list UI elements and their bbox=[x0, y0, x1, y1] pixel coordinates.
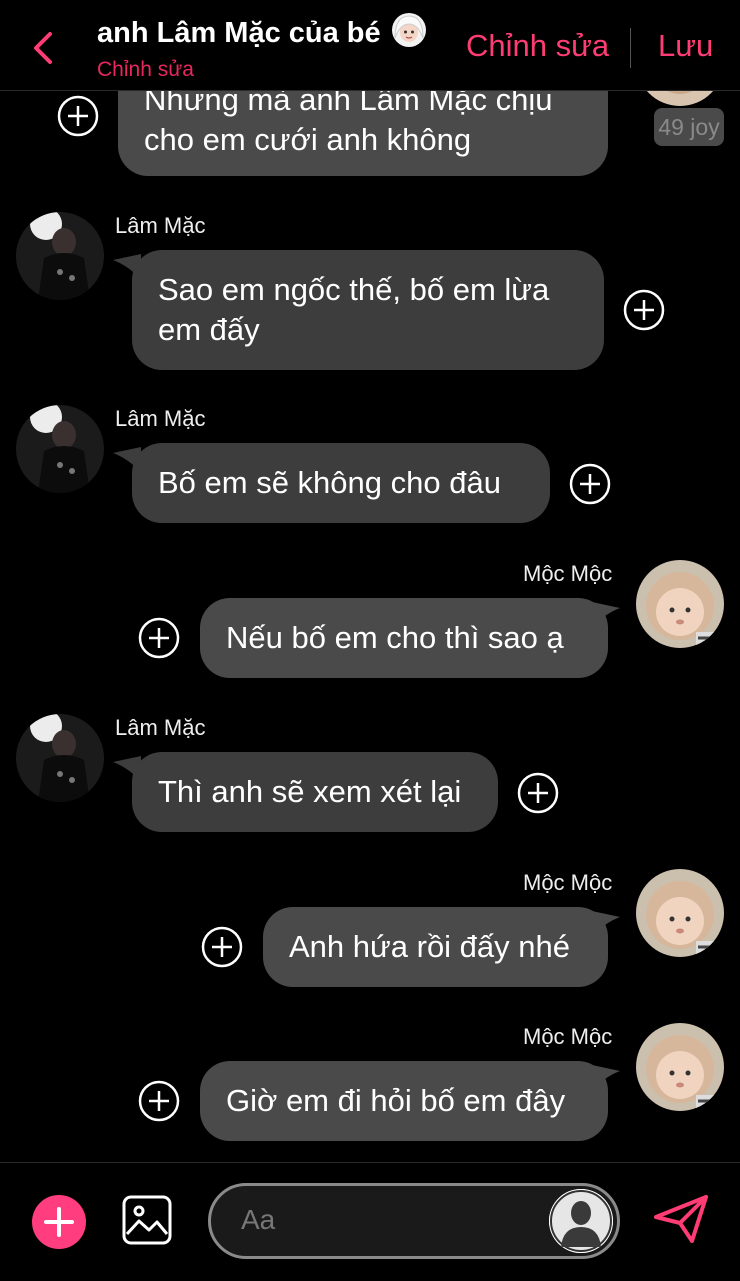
sender-name: Mộc Mộc bbox=[523, 561, 613, 586]
sender-name: Mộc Mộc bbox=[523, 870, 613, 895]
back-chevron-icon[interactable] bbox=[28, 28, 58, 68]
chat-title: anh Lâm Mặc của bé bbox=[97, 12, 427, 50]
message-composer: Aa bbox=[0, 1162, 740, 1281]
plus-circle-icon[interactable] bbox=[57, 95, 99, 137]
message-bubble[interactable]: Sao em ngốc thế, bố em lừa em đấy bbox=[132, 250, 604, 370]
plus-circle-icon[interactable] bbox=[623, 289, 665, 331]
message-bubble[interactable]: Giờ em đi hỏi bố em đây bbox=[200, 1061, 608, 1141]
avatar[interactable] bbox=[636, 869, 724, 957]
plus-circle-icon[interactable] bbox=[517, 772, 559, 814]
edit-button[interactable]: Chỉnh sửa bbox=[466, 28, 609, 64]
message-text-line: Sao em ngốc thế, bố em lừa bbox=[158, 272, 550, 307]
plus-circle-icon[interactable] bbox=[138, 617, 180, 659]
avatar[interactable] bbox=[16, 212, 104, 300]
avatar[interactable] bbox=[636, 1023, 724, 1111]
avatar[interactable] bbox=[636, 560, 724, 648]
message-text: Giờ em đi hỏi bố em đây bbox=[226, 1083, 566, 1118]
sender-name: Lâm Mặc bbox=[115, 213, 206, 238]
sender-name: Lâm Mặc bbox=[115, 715, 206, 740]
input-placeholder: Aa bbox=[241, 1204, 276, 1235]
send-paper-plane-icon[interactable] bbox=[652, 1193, 710, 1245]
save-button[interactable]: Lưu bbox=[658, 28, 713, 64]
chat-title-text: anh Lâm Mặc của bé bbox=[97, 17, 381, 49]
plus-circle-icon[interactable] bbox=[201, 926, 243, 968]
message-bubble[interactable]: Thì anh sẽ xem xét lại bbox=[132, 752, 498, 832]
message-text: Nếu bố em cho thì sao ạ bbox=[226, 620, 564, 655]
header-divider bbox=[630, 28, 631, 68]
sender-name: Mộc Mộc bbox=[523, 1024, 613, 1049]
plus-circle-icon[interactable] bbox=[138, 1080, 180, 1122]
message-bubble[interactable]: Nếu bố em cho thì sao ạ bbox=[200, 598, 608, 678]
avatar[interactable] bbox=[16, 405, 104, 493]
chat-subtitle[interactable]: Chỉnh sửa bbox=[97, 58, 194, 82]
plus-icon bbox=[44, 1207, 74, 1237]
message-input[interactable]: Aa bbox=[208, 1183, 620, 1259]
message-text: Thì anh sẽ xem xét lại bbox=[158, 774, 462, 809]
person-silhouette-icon[interactable] bbox=[549, 1189, 613, 1253]
sender-name: Lâm Mặc bbox=[115, 406, 206, 431]
hijab-woman-emoji-icon bbox=[391, 13, 426, 47]
add-button[interactable] bbox=[32, 1195, 86, 1249]
image-gallery-icon[interactable] bbox=[121, 1194, 173, 1246]
message-bubble[interactable]: Anh hứa rồi đấy nhé bbox=[263, 907, 608, 987]
message-text-line: cho em cưới anh không bbox=[144, 122, 472, 157]
message-bubble[interactable]: Bố em sẽ không cho đâu bbox=[132, 443, 550, 523]
message-text-line: em đấy bbox=[158, 312, 260, 347]
reaction-badge: 49 joy bbox=[654, 108, 724, 146]
avatar[interactable] bbox=[16, 714, 104, 802]
plus-circle-icon[interactable] bbox=[569, 463, 611, 505]
message-text: Bố em sẽ không cho đâu bbox=[158, 465, 501, 500]
message-text: Anh hứa rồi đấy nhé bbox=[289, 929, 570, 964]
chat-header: anh Lâm Mặc của bé Chỉnh sửa Chỉnh sửa L… bbox=[0, 0, 740, 91]
